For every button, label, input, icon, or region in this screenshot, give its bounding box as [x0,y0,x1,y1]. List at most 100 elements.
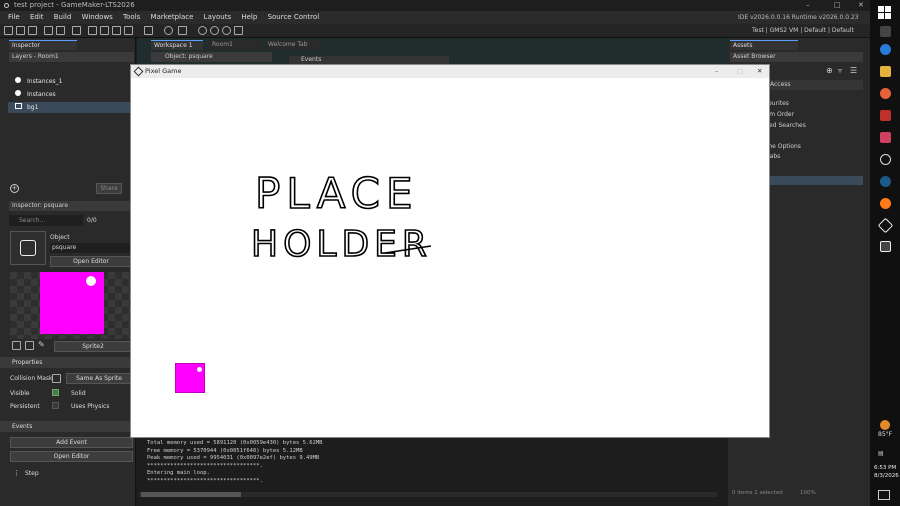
menu-file[interactable]: File [8,11,20,24]
windows-start-icon[interactable] [878,6,892,20]
console-scrollbar[interactable] [139,492,717,497]
add-layer-icon[interactable]: + [10,184,19,193]
network-icon[interactable]: ▤ [878,450,884,457]
zoom-out-icon[interactable] [222,26,231,35]
menu-build[interactable]: Build [54,11,72,24]
package-icon[interactable] [56,26,65,35]
inspector-title: Inspector: psquare [9,201,134,211]
event-label: Step [25,470,39,477]
collision-mask-select[interactable]: Same As Sprite [66,373,132,384]
menu-edit[interactable]: Edit [30,11,44,24]
layer-row-selected[interactable]: bg1 [8,102,130,113]
tab-room[interactable]: Room1 [209,40,261,50]
object-name-field[interactable]: psquare [50,243,130,253]
stop-icon[interactable] [112,26,121,35]
share-button[interactable]: Share [96,183,122,194]
open-editor-button[interactable]: Open Editor [50,256,132,267]
zoom-in-icon[interactable] [210,26,219,35]
sprite-image [40,272,104,334]
gamemaker-active-icon[interactable] [880,241,891,252]
sprite-edit-icon[interactable] [12,341,21,350]
menu-source-control[interactable]: Source Control [268,11,320,24]
search-icon[interactable] [880,26,891,37]
persistent-checkbox[interactable] [52,402,59,409]
filter-icon[interactable]: ▿ [838,66,842,75]
output-console: Total memory used = 5891120 (0x0059e430)… [137,438,728,506]
properties-header[interactable]: Properties [0,357,136,368]
search-input[interactable]: Search... [9,215,83,226]
placeholder-sprite: PLACE HOLDER [250,168,432,266]
gear-icon[interactable] [164,26,173,35]
debug-icon[interactable] [100,26,109,35]
save-icon[interactable] [28,26,37,35]
add-asset-icon[interactable]: ⊕ [826,66,833,75]
app-red-icon[interactable] [880,110,891,121]
add-event-button[interactable]: Add Event [10,437,133,448]
layer-row[interactable]: Instances [8,89,130,100]
file-explorer-icon[interactable] [880,66,891,77]
game-maximize-button[interactable]: □ [737,65,743,78]
chrome-icon[interactable] [880,88,891,99]
steam-icon[interactable] [880,176,891,187]
layer-label: Instances [27,91,56,98]
menu-layouts[interactable]: Layouts [204,11,231,24]
menu-help[interactable]: Help [241,11,257,24]
tab-welcome[interactable]: Welcome Tab [265,40,321,50]
events-header[interactable]: Events [0,421,136,432]
instance-layer-icon [15,77,21,83]
solid-label: Solid [71,390,86,397]
tab-workspace[interactable]: Workspace 1 [151,40,203,50]
game-window[interactable]: Pixel Game – □ ✕ PLACE HOLDER [130,64,770,438]
game-canvas[interactable]: PLACE HOLDER [131,78,769,437]
asset-footer: 0 items 1 selected [732,490,783,496]
build-icon[interactable] [44,26,53,35]
menu-marketplace[interactable]: Marketplace [151,11,194,24]
sprite-pencil-icon[interactable]: ✎ [38,341,47,350]
asset-item-selected[interactable] [758,176,863,185]
game-window-titlebar[interactable]: Pixel Game – □ ✕ [131,65,769,78]
sprite-select[interactable]: Sprite2 [54,341,132,352]
asset-zoom[interactable]: 100% [800,490,816,496]
clear-icon[interactable] [144,26,153,35]
console-scrollbar-thumb[interactable] [141,492,241,497]
layer-row[interactable]: Instances_1 [8,76,130,87]
app-pink-icon[interactable] [880,132,891,143]
game-minimize-button[interactable]: – [715,65,718,78]
maximize-button[interactable]: □ [834,0,841,11]
reset-zoom-icon[interactable] [234,26,243,35]
player-square [175,363,205,393]
new-icon[interactable] [4,26,13,35]
background-layer-icon [15,103,22,109]
clock-time[interactable]: 6:53 PM [874,465,896,471]
firefox-icon[interactable] [880,198,891,209]
open-editor-button-2[interactable]: Open Editor [10,451,133,462]
edge-icon[interactable] [880,44,891,55]
visible-checkbox[interactable] [52,389,59,396]
layer-label: Instances_1 [27,78,63,85]
app-circle-icon[interactable] [880,154,891,165]
open-icon[interactable] [16,26,25,35]
event-row-step[interactable]: ⋮ Step [10,468,132,479]
play-icon[interactable] [124,26,133,35]
menu-tools[interactable]: Tools [123,11,140,24]
game-close-button[interactable]: ✕ [757,65,762,78]
menu-icon[interactable]: ☰ [850,66,857,75]
clock-date[interactable]: 8/3/2026 [874,473,899,479]
tab-inspector[interactable]: Inspector [9,40,77,50]
notification-icon[interactable] [878,490,890,500]
tab-assets-label: Assets [733,42,753,49]
mask-edit-icon[interactable] [52,374,61,383]
run-icon[interactable] [88,26,97,35]
clean-icon[interactable] [72,26,81,35]
build-target[interactable]: Test | GMS2 VM | Default | Default [752,27,854,34]
weather-icon[interactable] [880,420,890,430]
zoom-icon[interactable] [198,26,207,35]
weather-temp[interactable]: 85°F [878,431,892,438]
menu-windows[interactable]: Windows [82,11,113,24]
console-line: Free memory = 5370944 (0x0051f640) bytes… [147,447,303,454]
tab-assets[interactable]: Assets [730,40,798,50]
close-button[interactable]: ✕ [858,0,864,11]
grid-icon[interactable] [178,26,187,35]
minimize-button[interactable]: – [806,0,810,11]
sprite-new-icon[interactable] [25,341,34,350]
